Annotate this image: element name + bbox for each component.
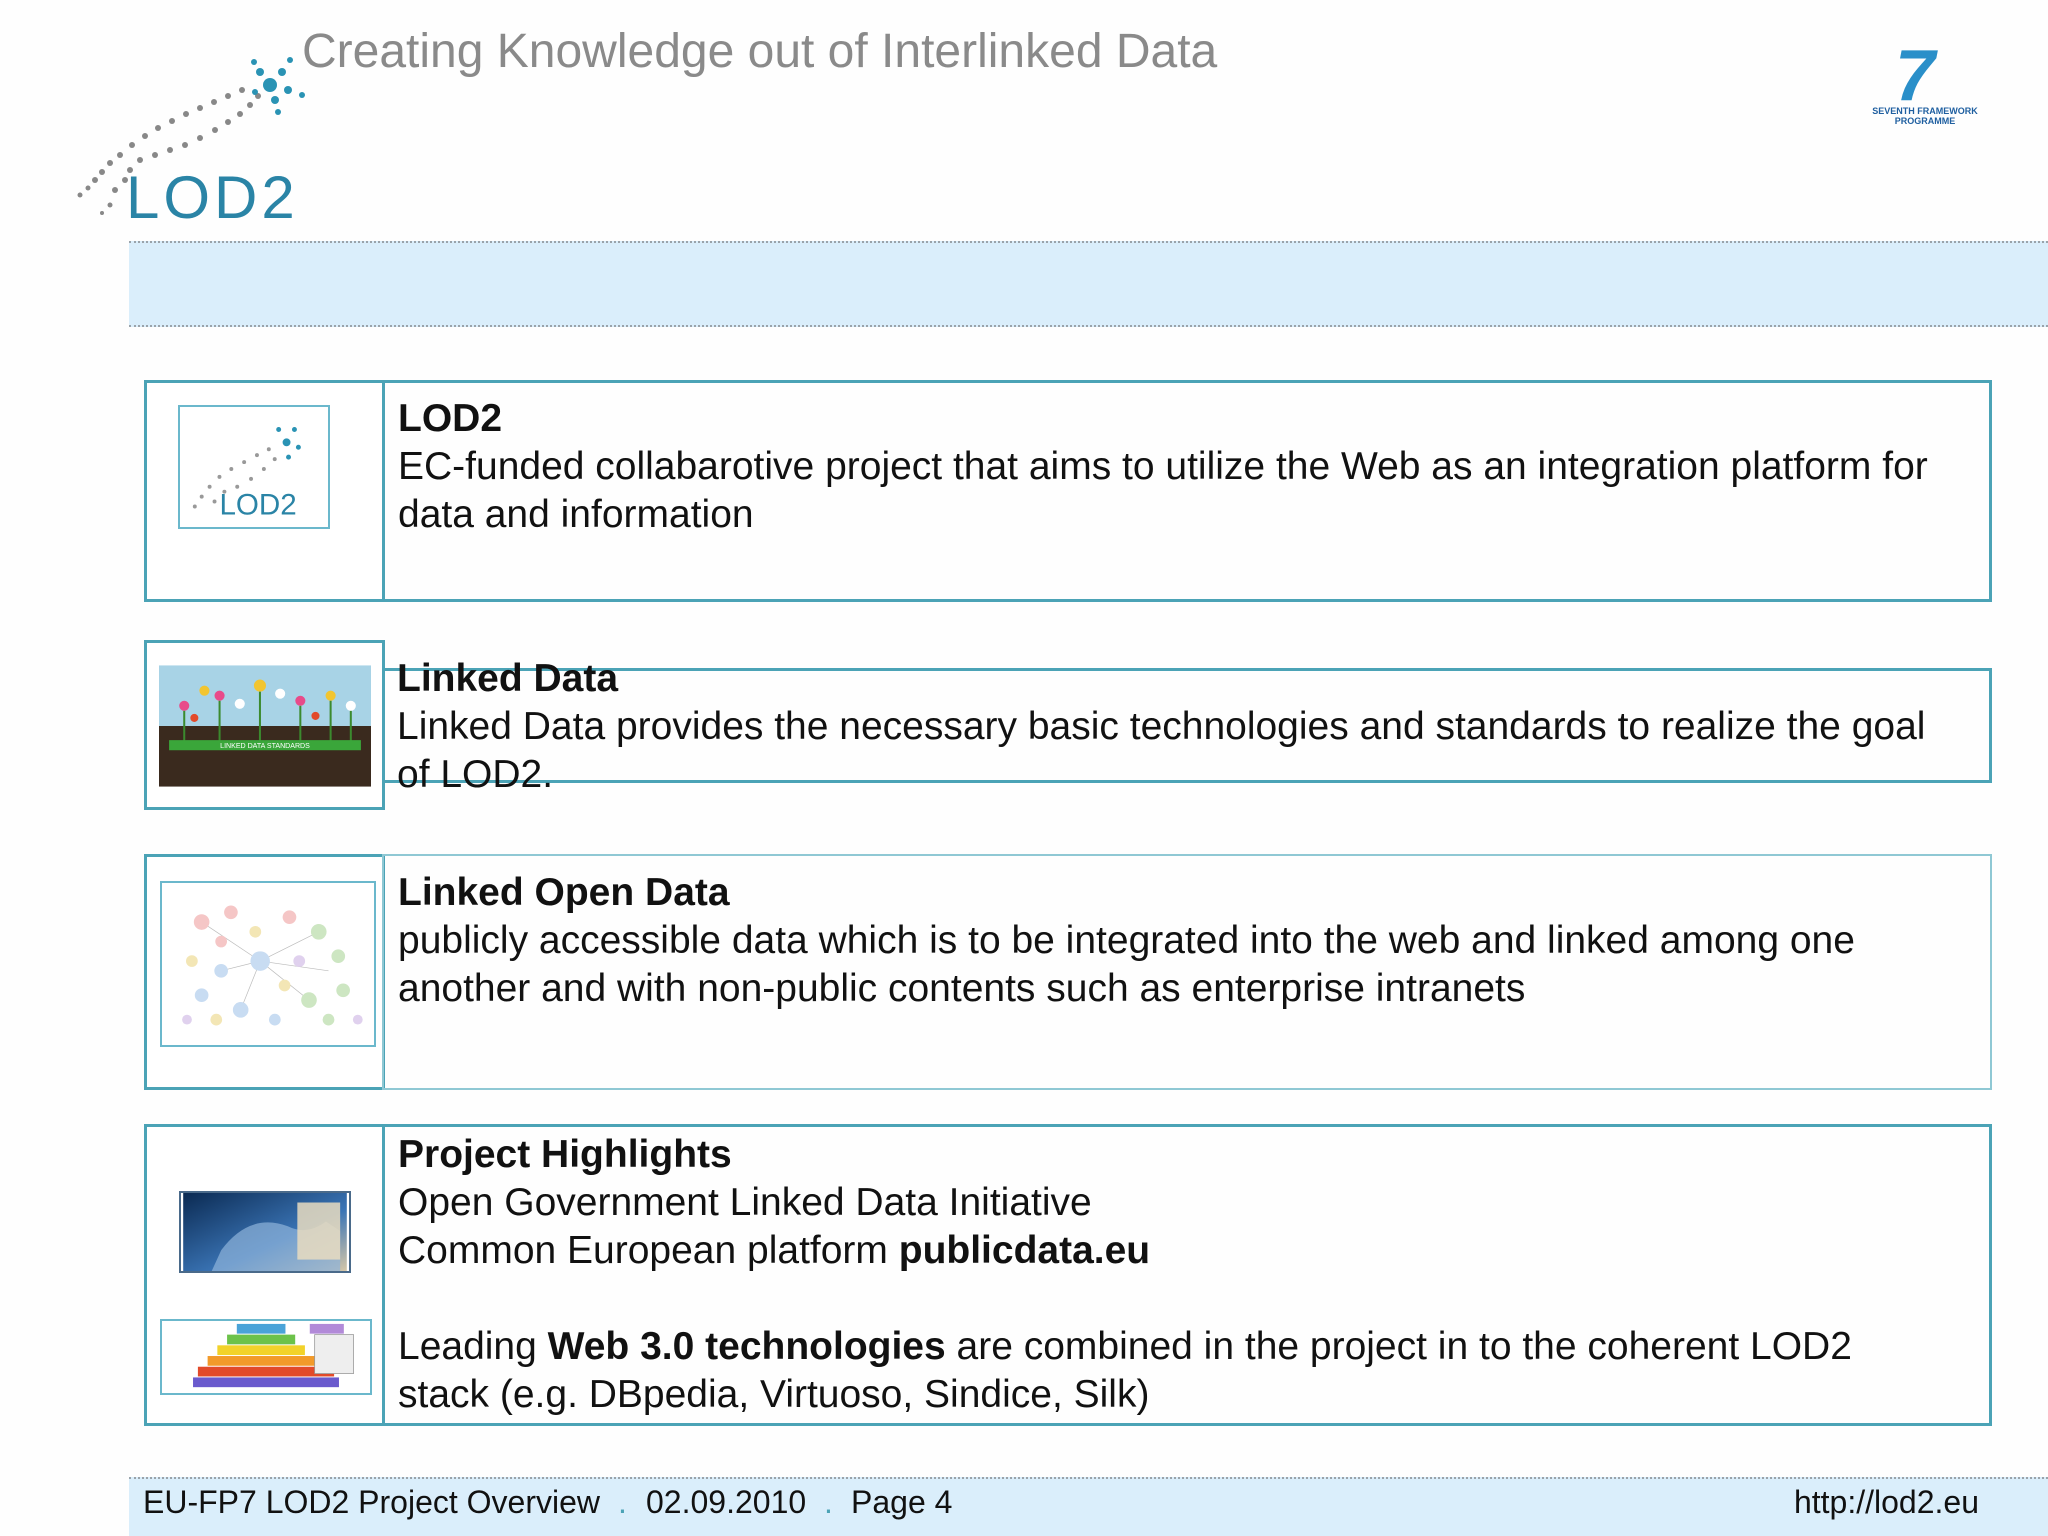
linked-data-line-2: of LOD2. — [397, 753, 554, 796]
footer-page-number: Page 4 — [851, 1484, 953, 1520]
logo-wordmark: LOD2 — [126, 164, 299, 230]
lod2-text: LOD2 EC-funded collabarotive project tha… — [398, 395, 1988, 539]
lod-heading: Linked Open Data — [398, 871, 730, 914]
semantic-web-stack-image — [160, 1319, 372, 1395]
highlights-text: Project Highlights Open Government Linke… — [398, 1131, 1988, 1419]
hand-photo-image — [179, 1191, 351, 1273]
lod-cloud-thumbnail-box — [144, 854, 385, 1090]
fp7-logo: 7 SEVENTH FRAMEWORK PROGRAMME — [1872, 38, 1978, 126]
lod-line-2: another and with non-public contents suc… — [398, 967, 1526, 1010]
lod2-thumbnail-box: LOD2 — [144, 380, 385, 602]
footer-date: 02.09.2010 — [646, 1484, 807, 1520]
lod2-thumbnail-text: LOD2 — [219, 488, 296, 521]
slide-tagline: Creating Knowledge out of Interlinked Da… — [302, 25, 1218, 78]
highlights-line-2: Common European platform publicdata.eu — [398, 1227, 1988, 1275]
fp7-logo-text-1: SEVENTH FRAMEWORK — [1872, 106, 1978, 116]
web30-technologies-text: Web 3.0 technologies — [547, 1325, 946, 1368]
footer-separator-1: . — [618, 1484, 627, 1520]
footer-url[interactable]: http://lod2.eu — [1794, 1484, 1979, 1521]
linked-data-thumbnail-text: LINKED DATA STANDARDS — [220, 743, 310, 750]
fp7-logo-text-2: PROGRAMME — [1895, 116, 1956, 126]
highlights-thumbnail-box — [144, 1124, 385, 1426]
lod2-heading: LOD2 — [398, 397, 503, 440]
linked-data-thumbnail-image: LINKED DATA STANDARDS — [159, 665, 371, 787]
highlights-line-4: stack (e.g. DBpedia, Virtuoso, Sindice, … — [398, 1373, 1150, 1416]
highlights-line-2-text: Common European platform — [398, 1229, 899, 1272]
footer-project: EU-FP7 LOD2 Project Overview — [143, 1484, 601, 1520]
highlights-heading: Project Highlights — [398, 1133, 732, 1176]
publicdata-eu-link-text: publicdata.eu — [898, 1229, 1151, 1272]
lod2-line-2: data and information — [398, 493, 754, 536]
lod-cloud-diagram-image — [160, 881, 376, 1047]
title-band — [129, 241, 2048, 327]
footer-separator-2: . — [824, 1484, 833, 1520]
lod2-line-1: EC-funded collabarotive project that aim… — [398, 445, 1928, 488]
highlights-line-3: Leading Web 3.0 technologies are combine… — [398, 1323, 1988, 1371]
lod2-thumbnail-image: LOD2 — [178, 405, 330, 529]
lod2-logo: LOD2 — [77, 57, 305, 230]
linked-data-text: Linked Data Linked Data provides the nec… — [397, 655, 1992, 799]
linked-data-heading: Linked Data — [397, 657, 619, 700]
highlights-line-1: Open Government Linked Data Initiative — [398, 1181, 1092, 1224]
linked-data-thumbnail-box: LINKED DATA STANDARDS — [144, 640, 385, 810]
lod-text: Linked Open Data publicly accessible dat… — [398, 869, 1988, 1013]
lod-line-1: publicly accessible data which is to be … — [398, 919, 1855, 962]
linked-data-line-1: Linked Data provides the necessary basic… — [397, 705, 1926, 748]
highlights-line-3-pre: Leading — [398, 1325, 548, 1368]
highlights-line-3-post: are combined in the project in to the co… — [945, 1325, 1852, 1368]
fp7-logo-number: 7 — [1895, 38, 1938, 116]
